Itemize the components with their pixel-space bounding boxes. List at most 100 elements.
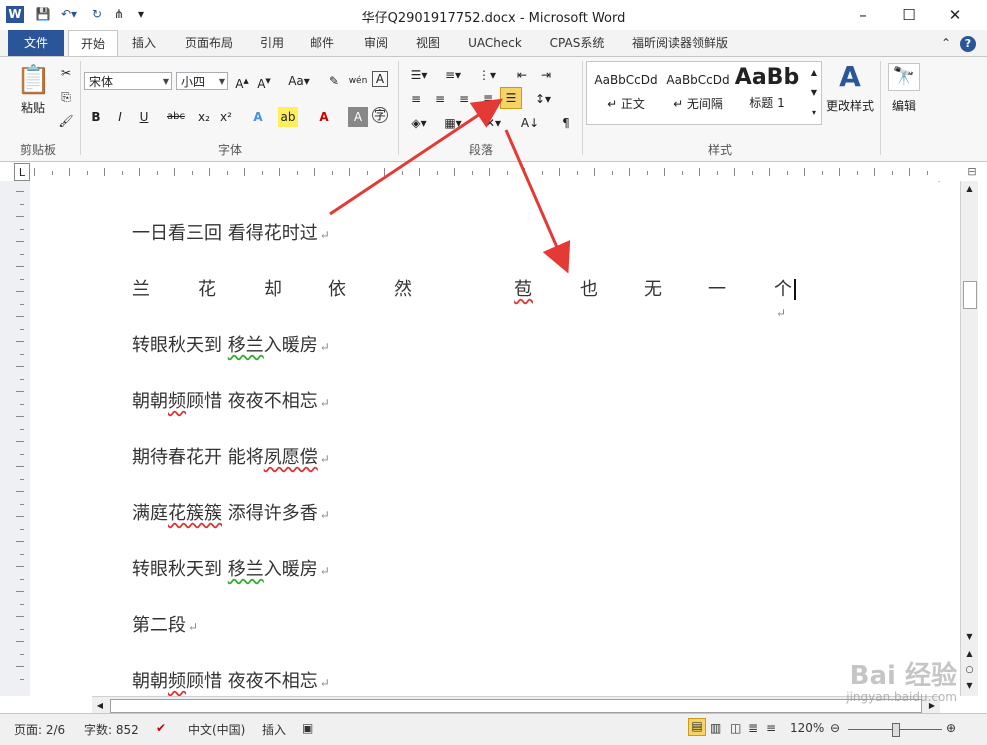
vertical-ruler[interactable]: [0, 181, 31, 696]
show-marks-icon[interactable]: ¶: [556, 113, 576, 133]
status-page[interactable]: 页面: 2/6: [14, 721, 65, 738]
help-icon[interactable]: ?: [960, 36, 976, 52]
align-right-icon[interactable]: ≡: [454, 89, 474, 109]
change-styles-button[interactable]: 更改样式: [822, 97, 878, 114]
shrink-font-icon[interactable]: A▼: [254, 71, 274, 91]
collapse-ribbon-icon[interactable]: ⌃: [938, 30, 954, 56]
multilevel-list-icon[interactable]: ⋮▾: [474, 65, 500, 85]
tab-mailings[interactable]: 邮件: [302, 30, 342, 56]
minimize-icon[interactable]: –: [840, 0, 886, 30]
status-words[interactable]: 字数: 852: [84, 721, 139, 738]
zoom-out-icon[interactable]: ⊖: [830, 721, 840, 735]
highlight-icon[interactable]: ab: [278, 107, 298, 127]
scroll-down-icon[interactable]: ▼: [961, 629, 978, 645]
editing-button[interactable]: 编辑: [884, 97, 924, 114]
char-border-icon[interactable]: A: [372, 71, 388, 87]
line-spacing-icon[interactable]: ↕▾: [530, 89, 556, 109]
vertical-scrollbar[interactable]: ▲ ▼ ▲ ○ ▼: [960, 181, 978, 696]
doc-line-7[interactable]: 转眼秋天到 移兰入暖房 ↵: [132, 555, 330, 581]
styles-up-icon[interactable]: ▲: [804, 63, 824, 83]
doc-line-1[interactable]: 一日看三回 看得花时过 ↵: [132, 219, 330, 245]
status-language[interactable]: 中文(中国): [188, 721, 245, 738]
char-shading-icon[interactable]: A: [348, 107, 368, 127]
copy-icon[interactable]: ⎘: [56, 87, 76, 107]
decrease-indent-icon[interactable]: ⇤: [512, 65, 532, 85]
chinese-layout-icon[interactable]: ✕▾: [480, 113, 506, 133]
change-case-icon[interactable]: Aa▾: [286, 71, 312, 91]
scroll-left-icon[interactable]: ◀: [92, 697, 108, 714]
tab-file[interactable]: 文件: [8, 30, 64, 56]
font-color-icon[interactable]: A: [314, 107, 334, 127]
zoom-slider-thumb[interactable]: [892, 723, 900, 737]
tab-page-layout[interactable]: 页面布局: [176, 30, 242, 56]
outline-icon[interactable]: ≣: [748, 721, 758, 735]
shading-icon[interactable]: ◈▾: [406, 113, 432, 133]
underline-icon[interactable]: U: [134, 107, 154, 127]
tab-uacheck[interactable]: UACheck: [460, 30, 530, 56]
enclose-char-icon[interactable]: 字: [372, 107, 388, 123]
bullets-icon[interactable]: ☰▾: [406, 65, 432, 85]
borders-icon[interactable]: ▦▾: [440, 113, 466, 133]
clear-format-icon[interactable]: ✎: [324, 71, 344, 91]
doc-line-8[interactable]: 第二段 ↵: [132, 611, 198, 637]
select-browse-object-icon[interactable]: ○: [961, 665, 978, 679]
numbering-icon[interactable]: ≡▾: [440, 65, 466, 85]
proofing-icon[interactable]: ✔: [156, 721, 166, 735]
tab-view[interactable]: 视图: [408, 30, 448, 56]
justify-icon[interactable]: ≣: [478, 89, 498, 109]
tab-home[interactable]: 开始: [68, 30, 118, 57]
tab-review[interactable]: 审阅: [356, 30, 396, 56]
font-name-combo[interactable]: 宋体 ▼: [84, 72, 172, 90]
tab-references[interactable]: 引用: [252, 30, 292, 56]
superscript-icon[interactable]: x²: [216, 107, 236, 127]
format-painter-icon[interactable]: 🖌: [56, 111, 76, 131]
macro-record-icon[interactable]: ▣: [302, 721, 313, 735]
style-heading1[interactable]: AaBb 标题 1: [734, 63, 800, 119]
full-screen-reading-icon[interactable]: ▥: [710, 721, 721, 735]
find-icon[interactable]: 🔭: [888, 63, 920, 91]
paste-icon[interactable]: 📋: [16, 63, 51, 97]
maximize-icon[interactable]: ☐: [886, 0, 932, 30]
document-page[interactable]: 一日看三回 看得花时过 ↵ 兰 花 却 依 然 苞 也 无 一 个↵ 转眼秋天到 …: [30, 181, 938, 696]
style-normal[interactable]: AaBbCcDd ↵ 正文: [590, 63, 662, 119]
tab-cpas[interactable]: CPAS系统: [540, 30, 614, 56]
text-effect-icon[interactable]: A: [248, 107, 268, 127]
print-layout-icon[interactable]: ▤: [688, 718, 706, 736]
horizontal-scrollbar[interactable]: ◀ ▶: [92, 696, 940, 714]
italic-icon[interactable]: I: [110, 107, 130, 127]
doc-line-9[interactable]: 朝朝频顾惜 夜夜不相忘 ↵: [132, 667, 330, 693]
distributed-align-icon[interactable]: ☰: [500, 87, 522, 109]
styles-more-icon[interactable]: ▾: [804, 103, 824, 123]
align-left-icon[interactable]: ≡: [406, 89, 426, 109]
paste-button[interactable]: 粘贴: [14, 99, 52, 116]
sort-icon[interactable]: A↓: [520, 113, 540, 133]
close-icon[interactable]: ✕: [932, 0, 978, 30]
tab-foxit[interactable]: 福昕阅读器领鲜版: [624, 30, 736, 56]
increase-indent-icon[interactable]: ⇥: [536, 65, 556, 85]
prev-page-icon[interactable]: ▲: [961, 649, 978, 663]
styles-down-icon[interactable]: ▼: [804, 83, 824, 103]
horizontal-ruler[interactable]: [14, 163, 940, 182]
doc-line-6[interactable]: 满庭花簇簇 添得许多香 ↵: [132, 499, 330, 525]
status-insert-mode[interactable]: 插入: [262, 721, 286, 738]
status-zoom[interactable]: 120%: [790, 721, 824, 735]
change-styles-icon[interactable]: A: [830, 61, 870, 93]
font-size-combo[interactable]: 小四 ▼: [176, 72, 228, 90]
doc-line-5[interactable]: 期待春花开 能将夙愿偿 ↵: [132, 443, 330, 469]
tab-selector-icon[interactable]: L: [14, 163, 30, 181]
phonetic-guide-icon[interactable]: wén: [348, 71, 368, 91]
align-center-icon[interactable]: ≡: [430, 89, 450, 109]
grow-font-icon[interactable]: A▲: [232, 71, 252, 91]
doc-line-3[interactable]: 转眼秋天到 移兰入暖房 ↵: [132, 331, 330, 357]
strikethrough-icon[interactable]: abc: [166, 107, 186, 127]
scroll-thumb[interactable]: [963, 281, 977, 309]
cut-icon[interactable]: ✂: [56, 63, 76, 83]
tab-insert[interactable]: 插入: [122, 30, 166, 56]
hscroll-thumb[interactable]: [110, 699, 922, 713]
draft-icon[interactable]: ≡: [766, 721, 776, 735]
zoom-in-icon[interactable]: ⊕: [946, 721, 956, 735]
bold-icon[interactable]: B: [86, 107, 106, 127]
view-ruler-icon[interactable]: ⊟: [964, 164, 980, 180]
web-layout-icon[interactable]: ◫: [730, 721, 741, 735]
next-page-icon[interactable]: ▼: [961, 681, 978, 695]
